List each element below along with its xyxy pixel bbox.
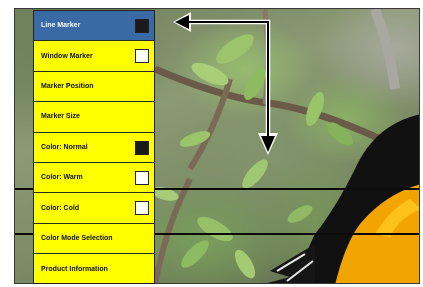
- menu-item-label: Color: Cold: [41, 204, 80, 212]
- menu-item-label: Product Information: [41, 265, 108, 273]
- menu-item-label: Color: Warm: [41, 174, 83, 182]
- menu-item-line-marker[interactable]: Line Marker: [34, 11, 154, 42]
- line-marker-checkbox[interactable]: [135, 19, 149, 33]
- menu-item-color-cold[interactable]: Color: Cold: [34, 193, 154, 224]
- menu-item-label: Color: Normal: [41, 143, 88, 151]
- menu-item-color-normal[interactable]: Color: Normal: [34, 133, 154, 163]
- menu-item-label: Line Marker: [41, 22, 81, 30]
- window-marker-checkbox[interactable]: [135, 49, 149, 64]
- menu-item-color-warm[interactable]: Color: Warm: [34, 163, 154, 194]
- menu-item-label: Marker Position: [41, 82, 94, 90]
- menu-item-label: Color Mode Selection: [41, 234, 113, 242]
- menu-item-marker-position[interactable]: Marker Position: [34, 72, 154, 103]
- menu-item-window-marker[interactable]: Window Marker: [34, 41, 154, 72]
- menu-item-product-information[interactable]: Product Information: [34, 254, 154, 284]
- menu-item-marker-size[interactable]: Marker Size: [34, 102, 154, 133]
- color-cold-checkbox[interactable]: [135, 201, 149, 216]
- menu-item-color-mode-selection[interactable]: Color Mode Selection: [34, 224, 154, 255]
- osd-menu: Line Marker Window Marker Marker Positio…: [33, 10, 155, 284]
- menu-item-label: Marker Size: [41, 113, 80, 121]
- color-normal-checkbox[interactable]: [135, 140, 149, 155]
- menu-item-label: Window Marker: [41, 52, 93, 60]
- color-warm-checkbox[interactable]: [135, 170, 149, 185]
